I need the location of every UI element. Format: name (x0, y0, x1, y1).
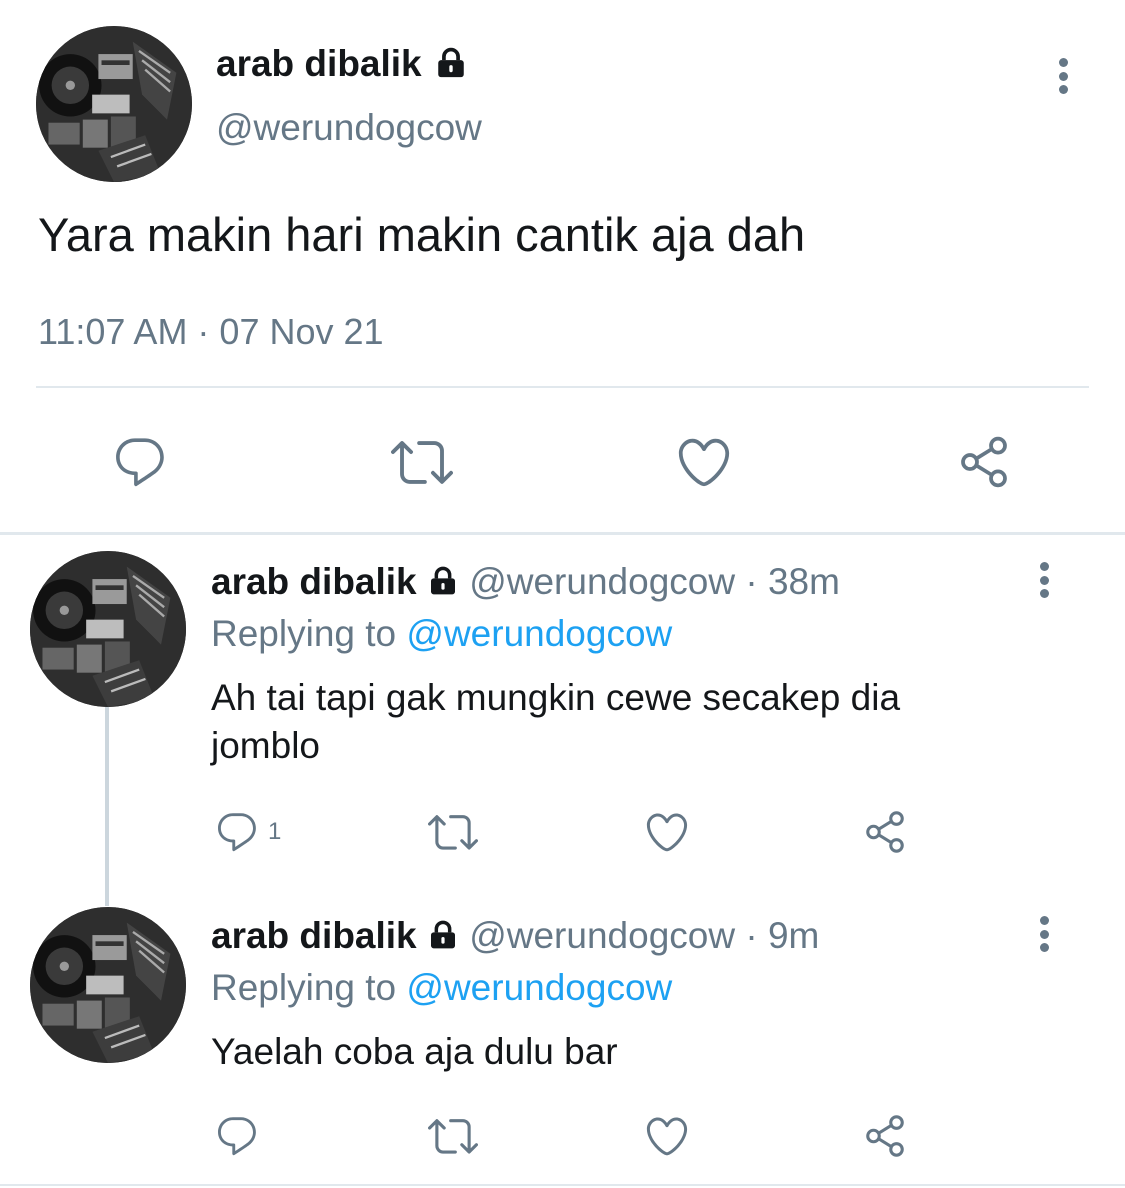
replying-to-label: Replying to (211, 613, 397, 654)
like-icon (643, 1112, 691, 1160)
display-name[interactable]: arab dibalik (211, 561, 417, 602)
replying-to-label: Replying to (211, 967, 397, 1008)
share-button[interactable] (860, 808, 910, 856)
reply-icon (214, 1113, 260, 1159)
more-icon[interactable] (1038, 562, 1050, 598)
display-name-text: arab dibalik (216, 43, 422, 84)
reply-header: arab dibalik @werundogcow · 9m (211, 914, 819, 958)
reply-button[interactable] (214, 1112, 264, 1160)
handle[interactable]: @werundogcow (469, 915, 735, 956)
reply-button[interactable]: 1 (214, 808, 304, 856)
reply-text-line2: jomblo (211, 725, 320, 766)
thread-line (105, 706, 109, 906)
retweet-icon (391, 431, 453, 493)
like-icon (674, 432, 734, 492)
lock-icon (427, 919, 459, 951)
retweet-button[interactable] (426, 808, 480, 856)
replying-to-link[interactable]: @werundogcow (406, 613, 672, 654)
share-icon (862, 809, 908, 855)
tweet-text: Yara makin hari makin cantik aja dah (38, 208, 806, 261)
reply-icon (111, 433, 169, 491)
retweet-icon (428, 1111, 478, 1161)
reply-time[interactable]: · 38m (745, 561, 840, 602)
display-name[interactable]: arab dibalik (216, 42, 468, 86)
avatar[interactable] (30, 907, 186, 1063)
more-icon[interactable] (1057, 58, 1069, 94)
bottom-divider (0, 1184, 1125, 1186)
share-icon (956, 434, 1012, 490)
avatar[interactable] (36, 26, 192, 182)
more-icon[interactable] (1038, 916, 1050, 952)
avatar[interactable] (30, 551, 186, 707)
share-icon (862, 1113, 908, 1159)
retweet-button[interactable] (426, 1112, 480, 1160)
display-name[interactable]: arab dibalik (211, 915, 417, 956)
replying-to: Replying to @werundogcow (211, 612, 672, 656)
replying-to-link[interactable]: @werundogcow (406, 967, 672, 1008)
like-button[interactable] (642, 808, 692, 856)
replying-to: Replying to @werundogcow (211, 966, 672, 1010)
reply-count: 1 (268, 818, 282, 845)
avatar-image (36, 26, 192, 182)
avatar-image (30, 551, 186, 707)
retweet-icon (428, 807, 478, 857)
divider (36, 386, 1089, 388)
handle[interactable]: @werundogcow (469, 561, 735, 602)
reply-text-line1: Yaelah coba aja dulu bar (211, 1031, 618, 1072)
reply-text-line1: Ah tai tapi gak mungkin cewe secakep dia (211, 677, 901, 718)
lock-icon (434, 46, 468, 80)
like-button[interactable] (672, 430, 736, 494)
reply-button[interactable] (108, 430, 172, 494)
share-button[interactable] (860, 1112, 910, 1160)
retweet-button[interactable] (388, 430, 456, 494)
timestamp[interactable]: 11:07 AM · 07 Nov 21 (38, 310, 384, 354)
like-button[interactable] (642, 1112, 692, 1160)
section-divider (0, 532, 1125, 535)
reply-time[interactable]: · 9m (745, 915, 819, 956)
reply-icon (214, 809, 260, 855)
avatar-image (30, 907, 186, 1063)
like-icon (643, 808, 691, 856)
lock-icon (427, 565, 459, 597)
share-button[interactable] (952, 430, 1016, 494)
reply-header: arab dibalik @werundogcow · 38m (211, 560, 840, 604)
handle[interactable]: @werundogcow (216, 106, 482, 150)
